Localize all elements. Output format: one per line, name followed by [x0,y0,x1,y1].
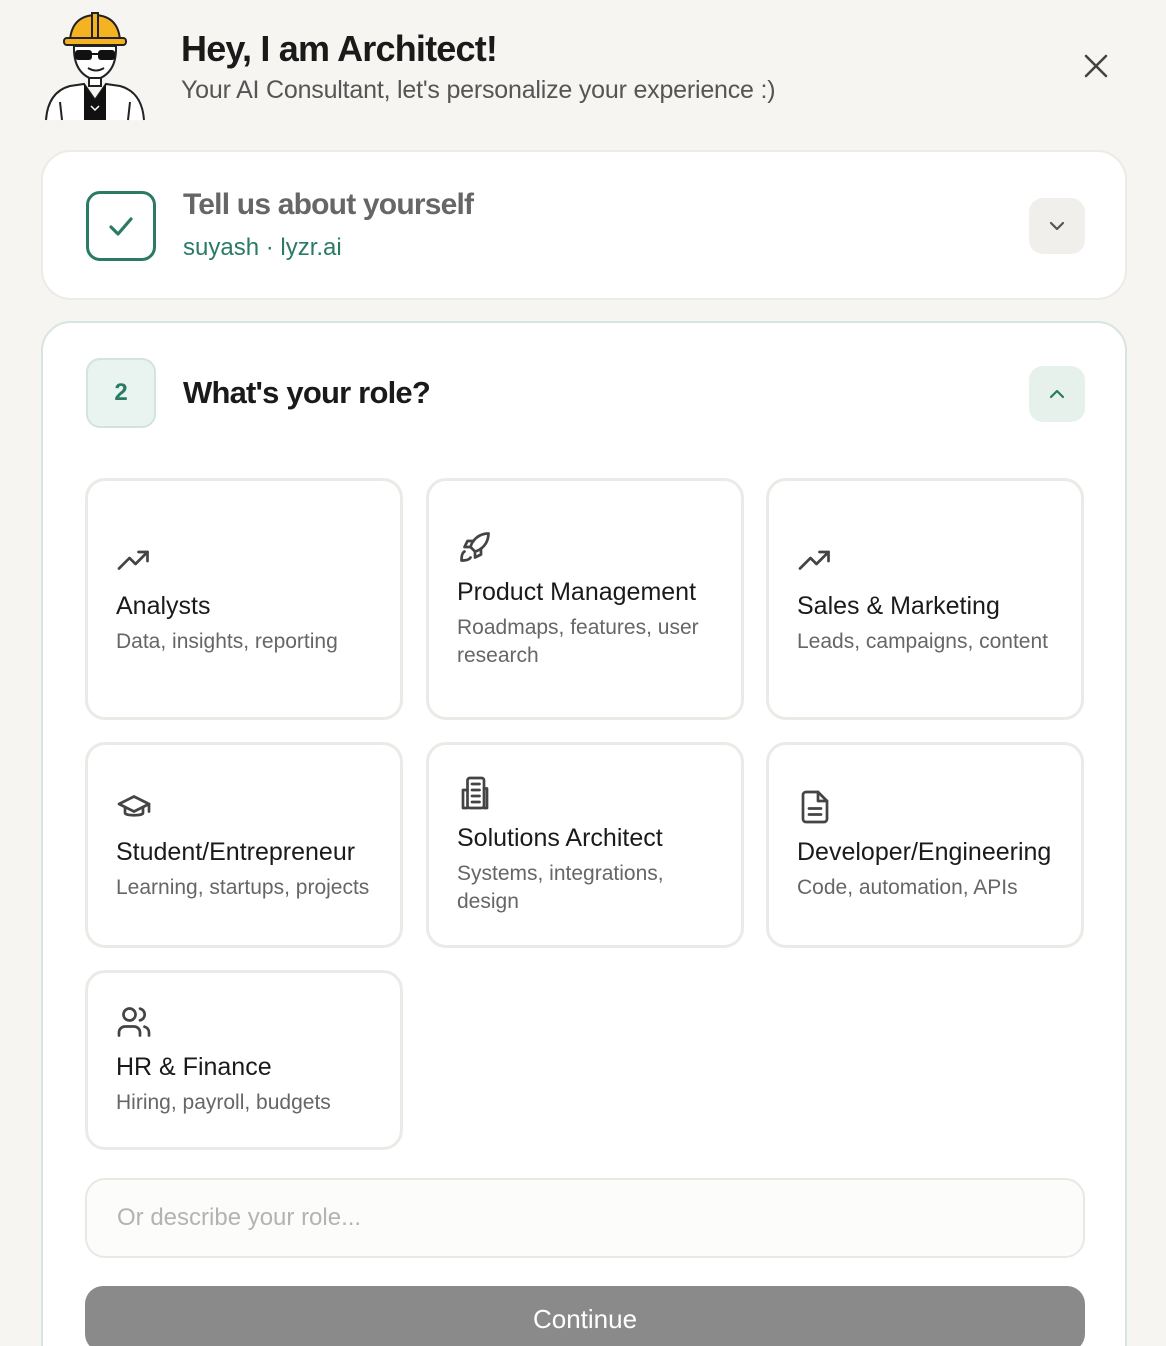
page-subtitle: Your AI Consultant, let's personalize yo… [181,76,776,104]
continue-button[interactable]: Continue [85,1286,1085,1346]
trending-up-icon [798,550,830,570]
graduation-cap-icon [117,794,151,817]
page-title: Hey, I am Architect! [181,28,498,69]
role-title: Solutions Architect [457,823,663,852]
role-description: Leads, campaigns, content [797,629,1048,653]
role-option-developer-engineering[interactable]: Developer/Engineering Code, automation, … [766,742,1084,948]
role-title: Analysts [116,591,211,620]
role-description: Learning, startups, projects [116,875,370,899]
role-option-hr-finance[interactable]: HR & Finance Hiring, payroll, budgets [85,970,403,1150]
describe-role-input[interactable] [85,1178,1085,1258]
role-description: Code, automation, APIs [797,875,1018,899]
step-number-badge: 2 [86,358,156,428]
step-complete-badge [86,191,156,261]
role-option-solutions-architect[interactable]: Solutions Architect Systems, integration… [426,742,744,948]
role-option-student-entrepreneur[interactable]: Student/Entrepreneur Learning, startups,… [85,742,403,948]
role-description: Systems, integrations, design [457,861,664,913]
step-title: What's your role? [183,375,431,410]
role-option-sales-marketing[interactable]: Sales & Marketing Leads, campaigns, cont… [766,478,1084,720]
step-role: 2 What's your role? Analysts Data, insig… [41,321,1127,1346]
role-description: Roadmaps, features, user research [457,615,699,667]
role-title: Sales & Marketing [797,591,1000,620]
role-title: Developer/Engineering [797,837,1052,866]
role-description: Hiring, payroll, budgets [116,1090,331,1114]
role-title: Product Management [457,577,697,606]
file-text-icon [801,790,829,823]
architect-avatar [45,12,145,121]
role-option-analysts[interactable]: Analysts Data, insights, reporting [85,478,403,720]
close-icon [1084,54,1108,78]
check-icon [109,217,133,236]
header: Hey, I am Architect! Your AI Consultant,… [0,0,1166,140]
step-summary: suyash · lyzr.ai [183,234,342,261]
users-icon [117,1006,151,1037]
close-button[interactable] [1080,50,1112,82]
chevron-down-icon [1049,221,1065,231]
expand-step-button[interactable] [1029,198,1085,254]
collapse-step-button[interactable] [1029,366,1085,422]
building-icon [461,776,489,809]
step-title: Tell us about yourself [183,188,474,221]
step-about-yourself[interactable]: Tell us about yourself suyash · lyzr.ai [41,150,1127,300]
chevron-up-icon [1049,389,1065,399]
role-title: HR & Finance [116,1052,272,1081]
role-title: Student/Entrepreneur [116,837,356,866]
rocket-icon [460,531,490,562]
role-option-product-management[interactable]: Product Management Roadmaps, features, u… [426,478,744,720]
role-description: Data, insights, reporting [116,629,338,653]
trending-up-icon [117,550,149,570]
